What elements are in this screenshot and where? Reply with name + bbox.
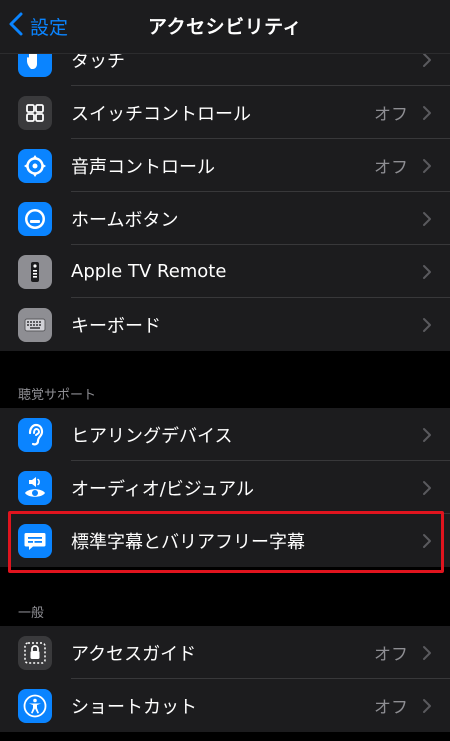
hearing-group: ヒアリングデバイス オーディオ/ビジュアル 標準字幕とバリアフリー字幕 — [0, 408, 450, 567]
chevron-right-icon — [423, 533, 431, 548]
page-title: アクセシビリティ — [148, 16, 302, 38]
keyboard-icon — [18, 307, 52, 342]
row-label: 音声コントロール — [71, 156, 215, 178]
ear-icon — [18, 417, 52, 452]
chevron-right-icon — [423, 317, 431, 332]
chevron-right-icon — [423, 158, 431, 173]
row-value: オフ — [374, 158, 408, 178]
section-header-general: 一般 — [18, 606, 45, 621]
row-apple-tv-remote[interactable]: Apple TV Remote — [0, 245, 450, 298]
accessibility-person-icon — [18, 688, 52, 723]
row-hearing-devices[interactable]: ヒアリングデバイス — [0, 408, 450, 461]
row-label: アクセスガイド — [71, 643, 197, 665]
row-guided-access[interactable]: アクセスガイド オフ — [0, 626, 450, 679]
subtitles-icon — [18, 523, 52, 558]
chevron-right-icon — [423, 105, 431, 120]
row-label: ホームボタン — [71, 209, 179, 231]
chevron-right-icon — [423, 480, 431, 495]
navigation-bar: 設定 アクセシビリティ — [0, 0, 450, 54]
lock-icon — [18, 635, 52, 670]
row-audio-visual[interactable]: オーディオ/ビジュアル — [0, 461, 450, 514]
switch-grid-icon — [18, 95, 52, 130]
row-value: オフ — [374, 645, 408, 665]
row-label: スイッチコントロール — [71, 103, 251, 125]
row-switch-control[interactable]: スイッチコントロール オフ — [0, 86, 450, 139]
section-header-hearing: 聴覚サポート — [18, 388, 97, 403]
row-label: Apple TV Remote — [71, 261, 227, 282]
row-label: ショートカット — [71, 696, 197, 718]
chevron-right-icon — [423, 698, 431, 713]
voice-control-icon — [18, 148, 52, 183]
chevron-right-icon — [423, 211, 431, 226]
row-value: オフ — [374, 698, 408, 718]
row-home-button[interactable]: ホームボタン — [0, 192, 450, 245]
row-keyboard[interactable]: キーボード — [0, 298, 450, 351]
row-shortcut[interactable]: ショートカット オフ — [0, 679, 450, 732]
row-label: ヒアリングデバイス — [71, 425, 233, 447]
chevron-right-icon — [423, 645, 431, 660]
tv-remote-icon — [18, 254, 52, 289]
physical-motor-group: タッチ スイッチコントロール オフ 音声コントロール オフ ホームボタン App… — [0, 33, 450, 351]
general-group: アクセスガイド オフ ショートカット オフ — [0, 626, 450, 732]
chevron-right-icon — [423, 427, 431, 442]
row-label: オーディオ/ビジュアル — [71, 478, 255, 500]
row-label: キーボード — [71, 315, 161, 337]
row-voice-control[interactable]: 音声コントロール オフ — [0, 139, 450, 192]
row-label: 標準字幕とバリアフリー字幕 — [71, 531, 305, 553]
home-button-icon — [18, 201, 52, 236]
audio-visual-icon — [18, 470, 52, 505]
chevron-right-icon — [423, 264, 431, 279]
row-subtitles-captioning[interactable]: 標準字幕とバリアフリー字幕 — [0, 514, 450, 567]
row-value: オフ — [374, 105, 408, 125]
